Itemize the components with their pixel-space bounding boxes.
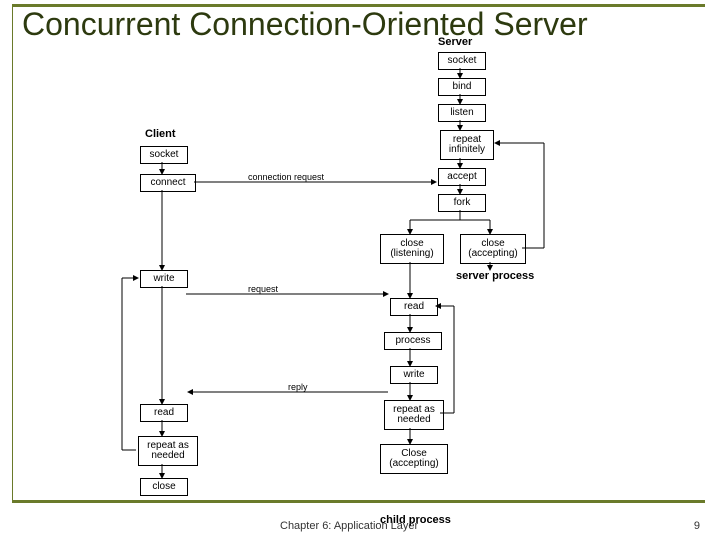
- label-client: Client: [145, 128, 176, 140]
- box-srv-repeat-inf: repeat infinitely: [440, 130, 494, 160]
- box-client-write: write: [140, 270, 188, 288]
- box-close-accepting: close (accepting): [460, 234, 526, 264]
- box-close-listening: close (listening): [380, 234, 444, 264]
- box-client-connect: connect: [140, 174, 196, 192]
- box-client-close: close: [140, 478, 188, 496]
- label-connection-request: connection request: [248, 172, 324, 182]
- slide-frame: [12, 4, 705, 502]
- box-client-read: read: [140, 404, 188, 422]
- label-server: Server: [438, 36, 472, 48]
- page-number: 9: [694, 520, 700, 532]
- box-cp-write: write: [390, 366, 438, 384]
- box-srv-accept: accept: [438, 168, 486, 186]
- box-cp-close-accepting: Close (accepting): [380, 444, 448, 474]
- box-srv-listen: listen: [438, 104, 486, 122]
- box-client-repeat: repeat as needed: [138, 436, 198, 466]
- box-cp-read: read: [390, 298, 438, 316]
- box-srv-bind: bind: [438, 78, 486, 96]
- slide-title: Concurrent Connection-Oriented Server: [22, 8, 588, 40]
- box-cp-repeat: repeat as needed: [384, 400, 444, 430]
- label-request: request: [248, 284, 278, 294]
- box-cp-process: process: [384, 332, 442, 350]
- label-reply: reply: [288, 382, 308, 392]
- label-server-process: server process: [456, 270, 534, 282]
- box-srv-fork: fork: [438, 194, 486, 212]
- title-underline: [12, 500, 705, 503]
- footer-text: Chapter 6: Application Layer: [280, 520, 418, 532]
- box-client-socket: socket: [140, 146, 188, 164]
- box-srv-socket: socket: [438, 52, 486, 70]
